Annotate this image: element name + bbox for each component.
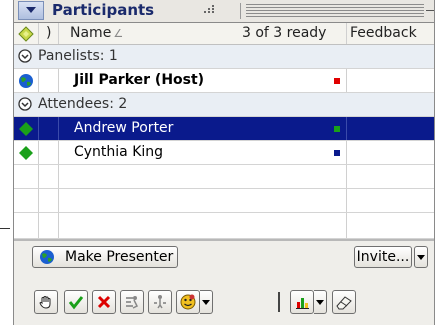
column-divider: [58, 23, 59, 44]
status-indicator: [334, 126, 340, 132]
column-divider: [58, 165, 59, 188]
name-column-header[interactable]: Name ∠: [70, 25, 123, 41]
group-label: Attendees: 2: [38, 96, 128, 112]
invite-button[interactable]: Invite...: [354, 246, 412, 268]
column-divider: [38, 69, 39, 92]
chevron-down-icon: [202, 299, 210, 305]
poll-dropdown[interactable]: [314, 290, 327, 314]
checkmark-icon: [68, 296, 84, 310]
title-drag-lines: [246, 4, 424, 18]
group-row-attendees[interactable]: Attendees: 2: [14, 93, 434, 117]
toolbar-separator: [278, 292, 280, 312]
empty-row: [14, 165, 434, 189]
column-divider: [58, 189, 59, 212]
globe-icon: [19, 74, 33, 88]
eraser-icon: [336, 296, 352, 310]
column-divider: [58, 141, 59, 164]
column-divider: [346, 213, 347, 238]
column-divider: [38, 189, 39, 212]
globe-icon: [40, 250, 54, 264]
collapse-group-icon[interactable]: [18, 97, 32, 111]
column-divider: [346, 23, 347, 44]
column-divider: [58, 117, 59, 140]
green-diamond-icon: [19, 146, 33, 160]
x-mark-icon: [97, 295, 111, 309]
sort-indicator-icon: ∠: [113, 27, 124, 40]
collapse-group-icon[interactable]: [18, 49, 32, 63]
name-header-label: Name: [70, 25, 112, 41]
column-divider: [346, 141, 347, 164]
title-separator: [240, 3, 241, 19]
empty-row: [14, 213, 434, 239]
emoticon-dropdown[interactable]: [200, 290, 213, 314]
chevron-down-icon: [316, 299, 324, 305]
bottom-divider: [14, 239, 434, 241]
status-indicator: [334, 150, 340, 156]
hand-column-icon: ): [46, 25, 52, 41]
group-label: Panelists: 1: [38, 48, 118, 64]
status-indicator: [334, 78, 340, 84]
column-divider: [38, 213, 39, 238]
participant-list: ) Name ∠ 3 of 3 ready Feedback Panelists:…: [14, 23, 434, 239]
empty-row: [14, 189, 434, 213]
participant-row-selected[interactable]: Andrew Porter: [14, 117, 434, 141]
triangle-down-icon: [26, 7, 36, 13]
participants-panel: Participants ) Name ∠ 3 of 3 ready Feedba…: [13, 0, 435, 325]
participant-name: Cynthia King: [74, 144, 164, 160]
panel-edge-marker: [0, 228, 10, 229]
column-divider: [38, 141, 39, 164]
green-diamond-icon: [19, 122, 33, 136]
raise-hand-button[interactable]: [34, 290, 58, 314]
feedback-column-header[interactable]: Feedback: [350, 25, 417, 41]
column-divider: [38, 23, 39, 44]
column-divider: [346, 69, 347, 92]
status-column-icon[interactable]: [18, 26, 34, 42]
invite-dropdown-button[interactable]: [414, 246, 428, 268]
raise-hand-icon: [39, 296, 51, 309]
participant-row[interactable]: Jill Parker (Host): [14, 69, 434, 93]
participant-row[interactable]: Cynthia King: [14, 141, 434, 165]
emoticon-icon: [180, 294, 196, 310]
grip-icon[interactable]: [204, 5, 218, 15]
no-button[interactable]: [92, 290, 116, 314]
column-divider: [346, 117, 347, 140]
minimize-dash[interactable]: [426, 10, 434, 11]
speed-up-icon: [126, 296, 139, 309]
clear-feedback-button[interactable]: [332, 290, 356, 314]
column-divider: [38, 165, 39, 188]
column-header-row: ) Name ∠ 3 of 3 ready Feedback: [14, 23, 434, 45]
invite-label: Invite...: [356, 249, 410, 265]
ready-status-header: 3 of 3 ready: [242, 25, 327, 41]
chevron-down-icon: [417, 254, 425, 260]
participant-name: Jill Parker (Host): [74, 72, 205, 88]
yes-button[interactable]: [64, 290, 88, 314]
emoticon-button[interactable]: [176, 290, 200, 314]
column-divider: [346, 189, 347, 212]
participant-name: Andrew Porter: [74, 120, 174, 136]
panel-title-bar[interactable]: Participants: [14, 0, 434, 23]
column-divider: [58, 69, 59, 92]
collapse-panel-button[interactable]: [18, 1, 44, 20]
panel-title: Participants: [52, 1, 155, 19]
column-divider: [58, 213, 59, 238]
column-divider: [346, 165, 347, 188]
column-divider: [38, 117, 39, 140]
slow-down-icon: [154, 295, 166, 309]
speed-up-button[interactable]: [120, 290, 144, 314]
make-presenter-button[interactable]: Make Presenter: [32, 246, 178, 268]
slow-down-button[interactable]: [148, 290, 172, 314]
poll-chart-icon: [296, 298, 309, 309]
poll-results-button[interactable]: [290, 290, 314, 314]
group-row-panelists[interactable]: Panelists: 1: [14, 45, 434, 69]
make-presenter-label: Make Presenter: [65, 249, 174, 265]
